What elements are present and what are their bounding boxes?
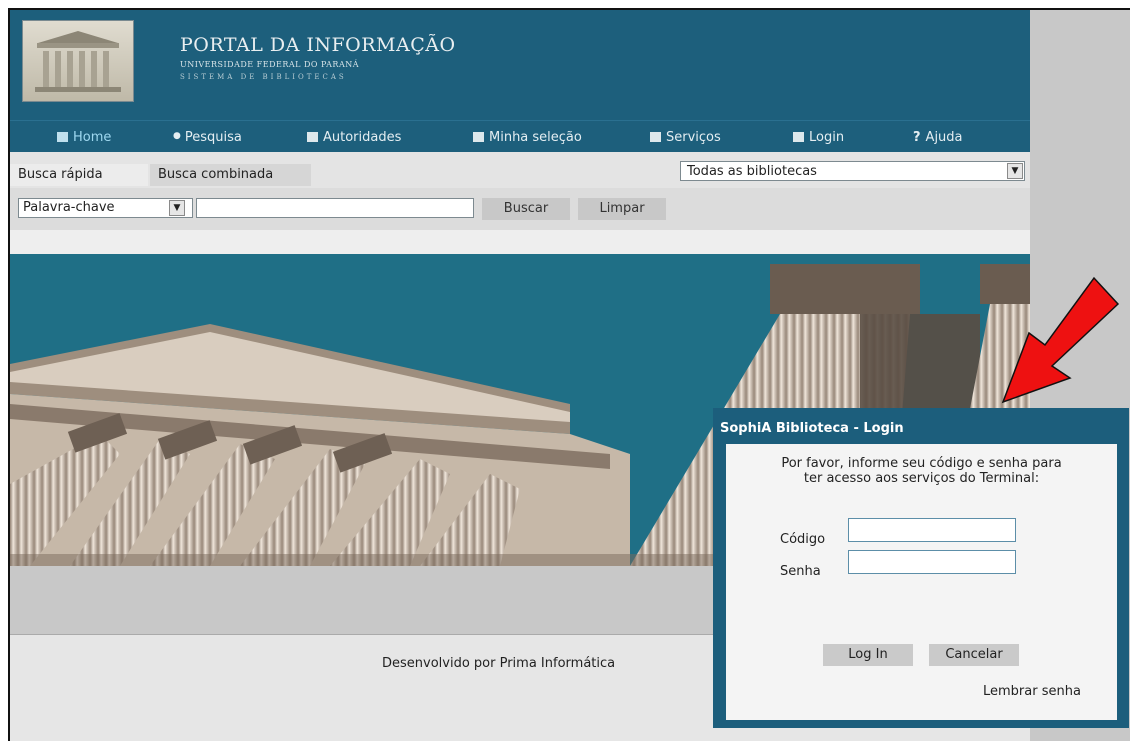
dialog-title: SophiA Biblioteca - Login <box>720 421 904 436</box>
login-dialog: SophiA Biblioteca - Login Por favor, inf… <box>713 408 1129 728</box>
clear-button[interactable]: Limpar <box>578 198 666 220</box>
nav-login-label: Login <box>809 130 845 145</box>
nav-ajuda[interactable]: ? Ajuda <box>913 130 963 145</box>
university-name: UNIVERSIDADE FEDERAL DO PARANÁ <box>180 60 359 69</box>
search-tabs-bar: Busca rápida Busca combinada Todas as bi… <box>10 152 1030 188</box>
footer-credit: Desenvolvido por Prima Informática <box>382 656 616 671</box>
nav-pesquisa[interactable]: ● Pesquisa <box>173 130 242 145</box>
dialog-message: Por favor, informe seu código e senha pa… <box>726 456 1117 486</box>
library-select[interactable]: Todas as bibliotecas ▼ <box>680 161 1025 181</box>
password-label: Senha <box>780 564 821 579</box>
dialog-body: Por favor, informe seu código e senha pa… <box>726 444 1117 720</box>
nav-home-label: Home <box>73 130 112 145</box>
login-icon <box>793 132 804 142</box>
cancel-button[interactable]: Cancelar <box>929 644 1019 666</box>
chevron-down-icon[interactable]: ▼ <box>1007 163 1023 179</box>
login-button[interactable]: Log In <box>823 644 913 666</box>
services-icon <box>650 132 661 142</box>
code-field[interactable] <box>848 518 1016 542</box>
nav-autoridades-label: Autoridades <box>323 130 402 145</box>
search-button[interactable]: Buscar <box>482 198 570 220</box>
search-input[interactable] <box>196 198 474 218</box>
help-icon: ? <box>913 130 921 145</box>
nav-home[interactable]: Home <box>57 130 111 145</box>
search-dot-icon: ● <box>173 131 181 141</box>
portal-title: PORTAL DA INFORMAÇÃO <box>180 34 456 56</box>
authorities-icon <box>307 132 318 142</box>
nav-ajuda-label: Ajuda <box>925 130 963 145</box>
nav-login[interactable]: Login <box>793 130 844 145</box>
grid-icon <box>473 132 484 142</box>
nav-minha-selecao-label: Minha seleção <box>489 130 582 145</box>
password-field[interactable] <box>848 550 1016 574</box>
nav-servicos[interactable]: Serviços <box>650 130 721 145</box>
nav-servicos-label: Serviços <box>666 130 721 145</box>
spacer-strip <box>10 230 1030 254</box>
search-bar: Palavra-chave ▼ Buscar Limpar <box>10 188 1030 230</box>
library-system-name: SISTEMA DE BIBLIOTECAS <box>180 73 347 81</box>
chevron-down-icon[interactable]: ▼ <box>169 200 185 216</box>
main-nav: Home ● Pesquisa Autoridades Minha seleção… <box>10 120 1030 153</box>
search-field-select[interactable]: Palavra-chave ▼ <box>18 198 193 218</box>
code-label: Código <box>780 532 826 547</box>
site-header: PORTAL DA INFORMAÇÃO UNIVERSIDADE FEDERA… <box>10 10 1030 120</box>
nav-pesquisa-label: Pesquisa <box>184 130 242 145</box>
dialog-message-line2: ter acesso aos serviços do Terminal: <box>803 471 1040 486</box>
nav-autoridades[interactable]: Autoridades <box>307 130 401 145</box>
columns-building-icon <box>35 31 121 92</box>
search-field-select-value: Palavra-chave <box>23 200 115 215</box>
home-icon <box>57 132 68 142</box>
library-select-value: Todas as bibliotecas <box>687 164 817 179</box>
remember-password-link[interactable]: Lembrar senha <box>983 684 1081 699</box>
dialog-message-line1: Por favor, informe seu código e senha pa… <box>781 456 1062 471</box>
nav-minha-selecao[interactable]: Minha seleção <box>473 130 582 145</box>
tab-busca-combinada[interactable]: Busca combinada <box>150 164 311 186</box>
tab-busca-rapida[interactable]: Busca rápida <box>10 164 148 186</box>
library-logo[interactable] <box>22 20 134 102</box>
